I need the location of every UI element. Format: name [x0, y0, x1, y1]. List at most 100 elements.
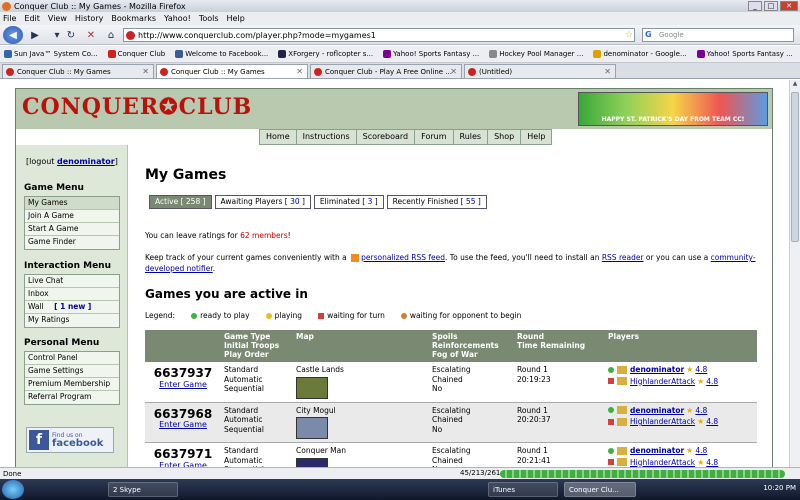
taskbar-itunes[interactable]: iTunes [488, 482, 558, 497]
sidebar-item-my-ratings[interactable]: My Ratings [25, 314, 119, 327]
bookmark-item[interactable]: Conquer Club [107, 50, 165, 58]
sidebar-item-join-game[interactable]: Join A Game [25, 210, 119, 223]
scroll-thumb[interactable] [791, 92, 799, 242]
map-name[interactable]: Castle Lands [296, 365, 426, 375]
bookmark-star-icon[interactable]: ☆ [620, 27, 638, 43]
bookmark-item[interactable]: Hockey Pool Manager ... [489, 50, 583, 58]
bookmark-icon [278, 50, 287, 58]
games-tabs: Active [ 258 ] Awaiting Players [ 30 ] Eli… [149, 195, 487, 209]
games-tab[interactable]: Awaiting Players [ 30 ] [214, 195, 311, 209]
enter-game-link[interactable]: Enter Game [148, 420, 218, 430]
legend-label-text: ready to play [200, 311, 250, 320]
map-thumbnail[interactable] [296, 417, 328, 439]
sidebar-item-start-game[interactable]: Start A Game [25, 223, 119, 236]
player-name-link[interactable]: denominator [630, 446, 684, 456]
close-window-button[interactable]: ✕ [780, 1, 798, 11]
player-rank-icon [617, 365, 627, 374]
bookmark-item[interactable]: XForgery - roflcopter s... [278, 50, 373, 58]
bookmark-label: Hockey Pool Manager ... [499, 50, 584, 58]
menu-view[interactable]: View [48, 14, 67, 23]
facebook-badge[interactable]: f Find us on facebook [26, 427, 114, 453]
reload-button[interactable]: ↻ [62, 27, 80, 43]
tab-close-icon[interactable]: ✕ [450, 67, 457, 76]
sidebar-item-game-settings[interactable]: Game Settings [25, 365, 119, 378]
browser-tab[interactable]: Conquer Club - Play A Free Online ... ✕ [310, 64, 462, 78]
bookmark-item[interactable]: Sun Java™ System Co... [4, 50, 98, 58]
logout-link[interactable]: [logout denominator] [26, 157, 118, 166]
menu-history[interactable]: History [75, 14, 103, 23]
player-row: denominator ★ 4.8 [608, 406, 754, 416]
search-input[interactable]: G Google [642, 28, 794, 42]
page-scrollbar[interactable]: ▲ [789, 80, 800, 467]
player-name-link[interactable]: denominator [630, 406, 684, 416]
nav-help[interactable]: Help [521, 130, 551, 144]
rss-feed-link[interactable]: personalized RSS feed [361, 253, 445, 262]
back-button[interactable]: ◀ [3, 26, 23, 44]
games-tab[interactable]: Recently Finished [ 55 ] [386, 195, 487, 209]
nav-rules[interactable]: Rules [454, 130, 489, 144]
map-name[interactable]: Conquer Man [296, 446, 426, 456]
menu-tools[interactable]: Tools [199, 14, 219, 23]
nav-scoreboard[interactable]: Scoreboard [357, 130, 416, 144]
player-rating[interactable]: 4.8 [695, 406, 707, 416]
bookmark-item[interactable]: Yahoo! Sports Fantasy ... [696, 50, 793, 58]
url-bar[interactable]: http://www.conquerclub.com/player.php?mo… [123, 28, 635, 42]
ratings-count[interactable]: 62 members [240, 231, 288, 240]
taskbar-skype[interactable]: 2 Skype [108, 482, 178, 497]
sidebar-item-live-chat[interactable]: Live Chat [25, 275, 119, 288]
stop-button[interactable]: ✕ [82, 27, 100, 43]
sidebar-item-my-games[interactable]: My Games [25, 197, 119, 210]
menu-help[interactable]: Help [227, 14, 245, 23]
player-name-link[interactable]: denominator [630, 365, 684, 375]
nav-instructions[interactable]: Instructions [297, 130, 357, 144]
map-name[interactable]: City Mogul [296, 406, 426, 416]
menu-bookmarks[interactable]: Bookmarks [111, 14, 156, 23]
start-button[interactable] [2, 480, 24, 499]
menu-yahoo[interactable]: Yahoo! [164, 14, 191, 23]
sidebar-item-control-panel[interactable]: Control Panel [25, 352, 119, 365]
menu-edit[interactable]: Edit [24, 14, 40, 23]
player-rating[interactable]: 4.8 [695, 446, 707, 456]
browser-tab[interactable]: (Untitled) ✕ [464, 64, 616, 78]
minimize-button[interactable]: _ [748, 1, 762, 11]
player-rating[interactable]: 4.8 [695, 365, 707, 375]
menu-file[interactable]: File [3, 14, 16, 23]
sidebar-item-inbox[interactable]: Inbox [25, 288, 119, 301]
map-thumbnail[interactable] [296, 376, 328, 399]
player-rating[interactable]: 4.8 [706, 417, 718, 427]
nav-home[interactable]: Home [260, 130, 297, 144]
enter-game-link[interactable]: Enter Game [148, 380, 218, 390]
legend-status-icon [400, 312, 407, 319]
bookmark-item[interactable]: denominator - Google... [593, 50, 687, 58]
nav-shop[interactable]: Shop [488, 130, 522, 144]
tab-close-icon[interactable]: ✕ [142, 67, 149, 76]
spoils-cell: EscalatingChainedNo [429, 362, 514, 403]
tab-close-icon[interactable]: ✕ [296, 67, 303, 76]
player-name-link[interactable]: HighlanderAttack [630, 458, 695, 468]
rss-reader-link[interactable]: RSS reader [602, 253, 644, 262]
player-name-link[interactable]: HighlanderAttack [630, 417, 695, 427]
sidebar-item-wall[interactable]: Wall [ 1 new ] [25, 301, 119, 314]
maximize-button[interactable]: □ [764, 1, 778, 11]
sidebar-item-premium[interactable]: Premium Membership [25, 378, 119, 391]
games-tab[interactable]: Eliminated [ 3 ] [313, 195, 384, 209]
site-logo[interactable]: CONQUER✪CLUB [22, 94, 252, 120]
browser-tab[interactable]: Conquer Club :: My Games ✕ [2, 64, 154, 78]
nav-forum[interactable]: Forum [415, 130, 454, 144]
taskbar-firefox[interactable]: Conquer Clu... [564, 482, 636, 497]
bookmark-item[interactable]: Welcome to Facebook... [175, 50, 268, 58]
browser-tab[interactable]: Conquer Club :: My Games ✕ [156, 64, 308, 78]
map-thumbnail[interactable] [296, 457, 328, 467]
username-link[interactable]: denominator [57, 157, 115, 166]
scroll-up-icon[interactable]: ▲ [790, 80, 800, 90]
tab-close-icon[interactable]: ✕ [604, 67, 611, 76]
bookmark-item[interactable]: Yahoo! Sports Fantasy ... [383, 50, 479, 58]
home-button[interactable]: ⌂ [102, 27, 120, 43]
sidebar-item-game-finder[interactable]: Game Finder [25, 236, 119, 249]
player-rating[interactable]: 4.8 [706, 458, 718, 468]
player-name-link[interactable]: HighlanderAttack [630, 377, 695, 387]
games-tab[interactable]: Active [ 258 ] [149, 195, 212, 209]
sidebar-item-referral[interactable]: Referral Program [25, 391, 119, 404]
player-rating[interactable]: 4.8 [706, 377, 718, 387]
forward-button[interactable]: ▶ [26, 27, 44, 43]
